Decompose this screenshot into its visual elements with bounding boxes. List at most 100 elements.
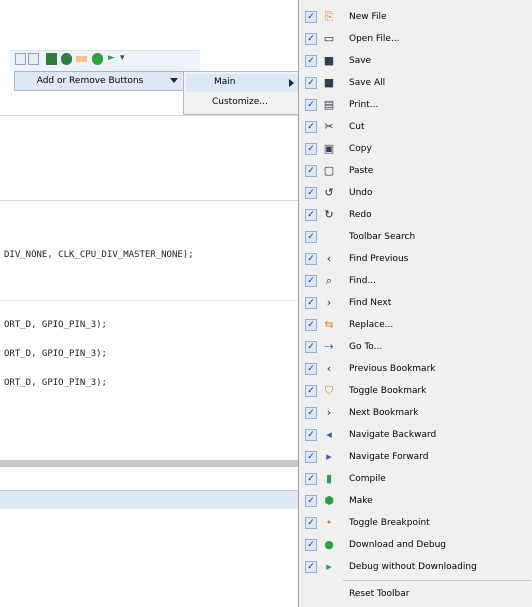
- menu-item-paste[interactable]: ✓ ▢ Paste: [299, 161, 532, 183]
- checkbox[interactable]: ✓: [305, 187, 317, 199]
- checkbox[interactable]: ✓: [305, 473, 317, 485]
- checkbox[interactable]: ✓: [305, 385, 317, 397]
- menu-item-label: Replace...: [349, 320, 394, 330]
- menu-item-label: Next Bookmark: [349, 408, 419, 418]
- replace-icon: ⇆: [324, 318, 334, 331]
- menu-item-navigate-backward[interactable]: ✓ ◂ Navigate Backward: [299, 425, 532, 447]
- make-icon: ⬢: [324, 494, 334, 507]
- menu-item-find-next[interactable]: ✓ › Find Next: [299, 293, 532, 315]
- find-icon: ⌕: [325, 274, 333, 287]
- toggle-bookmark-icon: ⛉: [324, 384, 334, 397]
- menu-item-previous-bookmark[interactable]: ✓ ‹ Previous Bookmark: [299, 359, 532, 381]
- menu-item-debug-without-downloading[interactable]: ✓ ▸ Debug without Downloading: [299, 557, 532, 579]
- menu-item-download-and-debug[interactable]: ✓ ● Download and Debug: [299, 535, 532, 557]
- toggle-breakpoint-icon: •: [325, 516, 333, 529]
- menu-item-print[interactable]: ✓ ▤ Print...: [299, 95, 532, 117]
- menu-item-go-to[interactable]: ✓ ⇢ Go To...: [299, 337, 532, 359]
- checkbox[interactable]: ✓: [305, 363, 317, 375]
- submenu-item-customize[interactable]: Customize...: [212, 97, 268, 107]
- menu-item-save[interactable]: ✓ ■ Save: [299, 51, 532, 73]
- code-line: ORT_D, GPIO_PIN_3);: [4, 320, 107, 330]
- submenu-item-main[interactable]: Main: [186, 74, 300, 92]
- goto-icon: ⇢: [324, 340, 334, 353]
- menu-item-redo[interactable]: ✓ ↻ Redo: [299, 205, 532, 227]
- checkbox[interactable]: ✓: [305, 517, 317, 529]
- menu-item-label: Print...: [349, 100, 379, 110]
- checkbox[interactable]: ✓: [305, 143, 317, 155]
- checkbox[interactable]: ✓: [305, 77, 317, 89]
- horizontal-scrollbar[interactable]: [0, 460, 300, 467]
- menu-item-copy[interactable]: ✓ ▣ Copy: [299, 139, 532, 161]
- menu-item-make[interactable]: ✓ ⬢ Make: [299, 491, 532, 513]
- submenu-item-label: Main: [214, 77, 236, 87]
- menu-item-label: Copy: [349, 144, 372, 154]
- checkbox[interactable]: ✓: [305, 539, 317, 551]
- main-toolbar-menu: ✓ ⎘ New File ✓ ▭ Open File... ✓ ■ Save ✓ ■ Save All…: [298, 0, 532, 607]
- menu-item-undo[interactable]: ✓ ↺ Undo: [299, 183, 532, 205]
- save-icon: ■: [323, 54, 335, 67]
- checkbox[interactable]: ✓: [305, 451, 317, 463]
- save-all-icon: ■: [323, 76, 335, 89]
- menu-item-compile[interactable]: ✓ ▮ Compile: [299, 469, 532, 491]
- menu-item-save-all[interactable]: ✓ ■ Save All: [299, 73, 532, 95]
- checkbox[interactable]: ✓: [305, 253, 317, 265]
- checkbox[interactable]: ✓: [305, 275, 317, 287]
- menu-item-open-file[interactable]: ✓ ▭ Open File...: [299, 29, 532, 51]
- debug-no-download-icon[interactable]: ►: [108, 53, 119, 65]
- reset-toolbar-item[interactable]: Reset Toolbar: [349, 589, 409, 599]
- next-bookmark-icon: ›: [326, 406, 332, 419]
- menu-item-find[interactable]: ✓ ⌕ Find...: [299, 271, 532, 293]
- menu-item-label: Find Next: [349, 298, 392, 308]
- navigate-backward-icon: ◂: [326, 428, 332, 441]
- checkbox[interactable]: ✓: [305, 297, 317, 309]
- make-icon[interactable]: [61, 53, 72, 65]
- download-debug-icon: ●: [324, 538, 334, 551]
- checkbox[interactable]: ✓: [305, 319, 317, 331]
- code-line: ORT_D, GPIO_PIN_3);: [4, 349, 107, 359]
- navigate-forward-icon[interactable]: [28, 53, 39, 65]
- open-file-icon: ▭: [323, 32, 335, 45]
- add-remove-submenu: Main Customize...: [183, 71, 303, 115]
- checkbox[interactable]: ✓: [305, 231, 317, 243]
- checkbox[interactable]: ✓: [305, 561, 317, 573]
- menu-item-navigate-forward[interactable]: ✓ ▸ Navigate Forward: [299, 447, 532, 469]
- output-panel-header: [0, 490, 300, 509]
- compile-icon[interactable]: [46, 53, 57, 65]
- menu-item-label: Navigate Forward: [349, 452, 429, 462]
- menu-item-label: Download and Debug: [349, 540, 446, 550]
- checkbox[interactable]: ✓: [305, 33, 317, 45]
- checkbox[interactable]: ✓: [305, 341, 317, 353]
- toggle-breakpoint-icon[interactable]: [76, 56, 87, 62]
- menu-item-next-bookmark[interactable]: ✓ › Next Bookmark: [299, 403, 532, 425]
- toolbar-overflow-icon[interactable]: ▾: [120, 53, 131, 65]
- checkbox[interactable]: ✓: [305, 495, 317, 507]
- checkbox[interactable]: ✓: [305, 99, 317, 111]
- menu-item-new-file[interactable]: ✓ ⎘ New File: [299, 7, 532, 29]
- download-debug-icon[interactable]: [92, 53, 103, 65]
- code-line: DIV_NONE, CLK_CPU_DIV_MASTER_NONE);: [4, 250, 194, 260]
- menu-item-replace[interactable]: ✓ ⇆ Replace...: [299, 315, 532, 337]
- add-remove-buttons-dropdown[interactable]: Add or Remove Buttons: [14, 71, 185, 91]
- menu-item-label: Open File...: [349, 34, 400, 44]
- menu-item-label: Toggle Breakpoint: [349, 518, 430, 528]
- menu-separator: [343, 580, 531, 581]
- menu-item-toggle-bookmark[interactable]: ✓ ⛉ Toggle Bookmark: [299, 381, 532, 403]
- menu-item-toolbar-search[interactable]: ✓ Toolbar Search: [299, 227, 532, 249]
- debug-no-download-icon: ▸: [326, 560, 332, 573]
- menu-item-find-previous[interactable]: ✓ ‹ Find Previous: [299, 249, 532, 271]
- menu-item-label: Go To...: [349, 342, 383, 352]
- new-file-icon: ⎘: [324, 10, 334, 23]
- chevron-right-icon: [289, 79, 294, 87]
- checkbox[interactable]: ✓: [305, 429, 317, 441]
- menu-item-label: Find Previous: [349, 254, 409, 264]
- menu-item-toggle-breakpoint[interactable]: ✓ • Toggle Breakpoint: [299, 513, 532, 535]
- checkbox[interactable]: ✓: [305, 55, 317, 67]
- checkbox[interactable]: ✓: [305, 121, 317, 133]
- checkbox[interactable]: ✓: [305, 209, 317, 221]
- navigate-backward-icon[interactable]: [15, 53, 26, 65]
- checkbox[interactable]: ✓: [305, 11, 317, 23]
- checkbox[interactable]: ✓: [305, 407, 317, 419]
- menu-item-label: Previous Bookmark: [349, 364, 436, 374]
- menu-item-cut[interactable]: ✓ ✂ Cut: [299, 117, 532, 139]
- checkbox[interactable]: ✓: [305, 165, 317, 177]
